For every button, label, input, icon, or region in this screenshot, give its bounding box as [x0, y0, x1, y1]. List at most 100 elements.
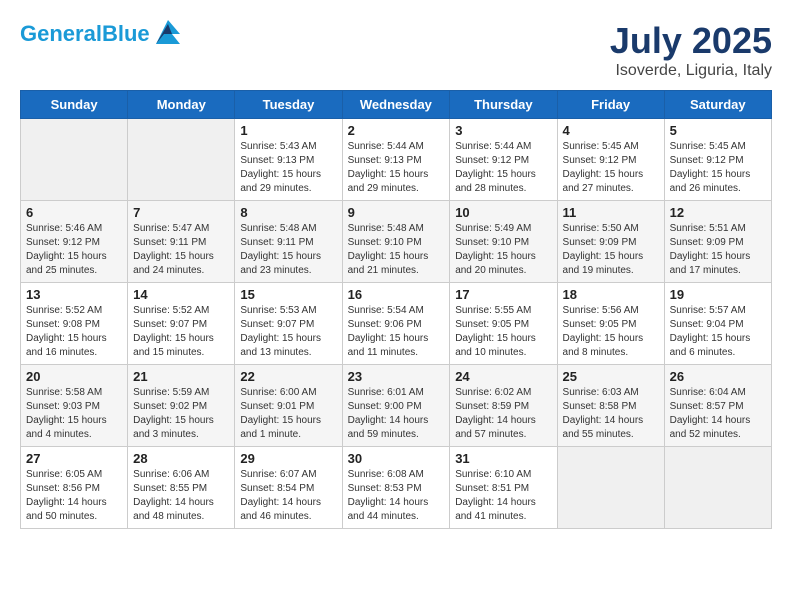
- day-detail: Sunrise: 6:00 AMSunset: 9:01 PMDaylight:…: [240, 386, 336, 442]
- calendar-cell: 11Sunrise: 5:50 AMSunset: 9:09 PMDayligh…: [557, 201, 664, 283]
- calendar-cell: 12 Sunrise: 5:51 AMSunset: 9:09 PMDayligh…: [664, 201, 771, 283]
- day-number: 14: [133, 287, 229, 302]
- day-number: 4: [563, 123, 659, 138]
- day-number: 18: [563, 287, 659, 302]
- week-row-3: 13 Sunrise: 5:52 AMSunset: 9:08 PMDayligh…: [21, 283, 772, 365]
- calendar-cell: 10 Sunrise: 5:49 AMSunset: 9:10 PMDayligh…: [450, 201, 557, 283]
- calendar-cell: 30 Sunrise: 6:08 AMSunset: 8:53 PMDayligh…: [342, 447, 450, 529]
- day-number: 2: [348, 123, 445, 138]
- calendar-cell: 2 Sunrise: 5:44 AMSunset: 9:13 PMDaylight…: [342, 119, 450, 201]
- day-number: 16: [348, 287, 445, 302]
- day-detail: Sunrise: 6:03 AMSunset: 8:58 PMDaylight:…: [563, 386, 659, 442]
- day-detail: Sunrise: 6:08 AMSunset: 8:53 PMDaylight:…: [348, 468, 445, 524]
- day-number: 3: [455, 123, 551, 138]
- calendar-cell: 24Sunrise: 6:02 AMSunset: 8:59 PMDayligh…: [450, 365, 557, 447]
- day-number: 23: [348, 369, 445, 384]
- day-detail: Sunrise: 5:46 AMSunset: 9:12 PMDaylight:…: [26, 222, 122, 278]
- day-number: 17: [455, 287, 551, 302]
- calendar-cell: 7Sunrise: 5:47 AMSunset: 9:11 PMDaylight…: [128, 201, 235, 283]
- dow-sunday: Sunday: [21, 91, 128, 119]
- day-number: 13: [26, 287, 122, 302]
- week-row-2: 6 Sunrise: 5:46 AMSunset: 9:12 PMDaylight…: [21, 201, 772, 283]
- day-number: 12: [670, 205, 766, 220]
- day-number: 19: [670, 287, 766, 302]
- logo-text: GeneralBlue: [20, 22, 150, 46]
- day-number: 10: [455, 205, 551, 220]
- calendar-cell: [128, 119, 235, 201]
- day-number: 20: [26, 369, 122, 384]
- calendar-cell: 27 Sunrise: 6:05 AMSunset: 8:56 PMDayligh…: [21, 447, 128, 529]
- day-detail: Sunrise: 5:59 AMSunset: 9:02 PMDaylight:…: [133, 386, 229, 442]
- day-number: 6: [26, 205, 122, 220]
- day-detail: Sunrise: 5:52 AMSunset: 9:08 PMDaylight:…: [26, 304, 122, 360]
- day-number: 25: [563, 369, 659, 384]
- calendar-cell: 9 Sunrise: 5:48 AMSunset: 9:10 PMDaylight…: [342, 201, 450, 283]
- day-detail: Sunrise: 5:44 AMSunset: 9:13 PMDaylight:…: [348, 140, 445, 196]
- day-detail: Sunrise: 6:04 AMSunset: 8:57 PMDaylight:…: [670, 386, 766, 442]
- day-detail: Sunrise: 5:56 AMSunset: 9:05 PMDaylight:…: [563, 304, 659, 360]
- calendar-cell: 14Sunrise: 5:52 AMSunset: 9:07 PMDayligh…: [128, 283, 235, 365]
- calendar-cell: 18 Sunrise: 5:56 AMSunset: 9:05 PMDayligh…: [557, 283, 664, 365]
- day-number: 30: [348, 451, 445, 466]
- calendar-cell: [664, 447, 771, 529]
- day-number: 5: [670, 123, 766, 138]
- day-number: 9: [348, 205, 445, 220]
- calendar-cell: 20 Sunrise: 5:58 AMSunset: 9:03 PMDayligh…: [21, 365, 128, 447]
- calendar-cell: 25 Sunrise: 6:03 AMSunset: 8:58 PMDayligh…: [557, 365, 664, 447]
- dow-wednesday: Wednesday: [342, 91, 450, 119]
- logo-icon: [152, 16, 184, 48]
- day-detail: Sunrise: 5:58 AMSunset: 9:03 PMDaylight:…: [26, 386, 122, 442]
- day-number: 31: [455, 451, 551, 466]
- day-number: 11: [563, 205, 659, 220]
- calendar-table: SundayMondayTuesdayWednesdayThursdayFrid…: [20, 90, 772, 529]
- calendar-cell: [21, 119, 128, 201]
- logo: GeneralBlue: [20, 20, 184, 48]
- calendar-cell: 28Sunrise: 6:06 AMSunset: 8:55 PMDayligh…: [128, 447, 235, 529]
- calendar-cell: 16Sunrise: 5:54 AMSunset: 9:06 PMDayligh…: [342, 283, 450, 365]
- calendar-cell: 8 Sunrise: 5:48 AMSunset: 9:11 PMDaylight…: [235, 201, 342, 283]
- day-number: 8: [240, 205, 336, 220]
- week-row-5: 27 Sunrise: 6:05 AMSunset: 8:56 PMDayligh…: [21, 447, 772, 529]
- dow-saturday: Saturday: [664, 91, 771, 119]
- day-number: 7: [133, 205, 229, 220]
- day-detail: Sunrise: 5:43 AMSunset: 9:13 PMDaylight:…: [240, 140, 336, 196]
- calendar-cell: 21 Sunrise: 5:59 AMSunset: 9:02 PMDayligh…: [128, 365, 235, 447]
- day-detail: Sunrise: 5:45 AMSunset: 9:12 PMDaylight:…: [670, 140, 766, 196]
- day-detail: Sunrise: 6:05 AMSunset: 8:56 PMDaylight:…: [26, 468, 122, 524]
- day-detail: Sunrise: 5:51 AMSunset: 9:09 PMDaylight:…: [670, 222, 766, 278]
- calendar-cell: 17Sunrise: 5:55 AMSunset: 9:05 PMDayligh…: [450, 283, 557, 365]
- title-block: July 2025 Isoverde, Liguria, Italy: [610, 20, 772, 80]
- location-title: Isoverde, Liguria, Italy: [610, 62, 772, 80]
- month-title: July 2025: [610, 20, 772, 62]
- calendar-cell: 5 Sunrise: 5:45 AMSunset: 9:12 PMDaylight…: [664, 119, 771, 201]
- calendar-cell: 4Sunrise: 5:45 AMSunset: 9:12 PMDaylight…: [557, 119, 664, 201]
- day-number: 22: [240, 369, 336, 384]
- day-number: 26: [670, 369, 766, 384]
- day-detail: Sunrise: 5:48 AMSunset: 9:10 PMDaylight:…: [348, 222, 445, 278]
- day-detail: Sunrise: 6:10 AMSunset: 8:51 PMDaylight:…: [455, 468, 551, 524]
- day-number: 29: [240, 451, 336, 466]
- day-detail: Sunrise: 6:07 AMSunset: 8:54 PMDaylight:…: [240, 468, 336, 524]
- calendar-cell: 23 Sunrise: 6:01 AMSunset: 9:00 PMDayligh…: [342, 365, 450, 447]
- dow-thursday: Thursday: [450, 91, 557, 119]
- dow-friday: Friday: [557, 91, 664, 119]
- calendar-cell: 26 Sunrise: 6:04 AMSunset: 8:57 PMDayligh…: [664, 365, 771, 447]
- day-detail: Sunrise: 5:48 AMSunset: 9:11 PMDaylight:…: [240, 222, 336, 278]
- day-number: 21: [133, 369, 229, 384]
- calendar-cell: 1Sunrise: 5:43 AMSunset: 9:13 PMDaylight…: [235, 119, 342, 201]
- calendar-cell: [557, 447, 664, 529]
- day-detail: Sunrise: 5:49 AMSunset: 9:10 PMDaylight:…: [455, 222, 551, 278]
- calendar-cell: 13 Sunrise: 5:52 AMSunset: 9:08 PMDayligh…: [21, 283, 128, 365]
- calendar-cell: 31 Sunrise: 6:10 AMSunset: 8:51 PMDayligh…: [450, 447, 557, 529]
- day-number: 27: [26, 451, 122, 466]
- day-detail: Sunrise: 5:57 AMSunset: 9:04 PMDaylight:…: [670, 304, 766, 360]
- week-row-1: 1Sunrise: 5:43 AMSunset: 9:13 PMDaylight…: [21, 119, 772, 201]
- day-detail: Sunrise: 6:01 AMSunset: 9:00 PMDaylight:…: [348, 386, 445, 442]
- calendar-body: 1Sunrise: 5:43 AMSunset: 9:13 PMDaylight…: [21, 119, 772, 529]
- calendar-cell: 22 Sunrise: 6:00 AMSunset: 9:01 PMDayligh…: [235, 365, 342, 447]
- day-number: 15: [240, 287, 336, 302]
- calendar-cell: 3Sunrise: 5:44 AMSunset: 9:12 PMDaylight…: [450, 119, 557, 201]
- day-number: 28: [133, 451, 229, 466]
- day-detail: Sunrise: 6:02 AMSunset: 8:59 PMDaylight:…: [455, 386, 551, 442]
- page-header: GeneralBlue July 2025 Isoverde, Liguria,…: [20, 20, 772, 80]
